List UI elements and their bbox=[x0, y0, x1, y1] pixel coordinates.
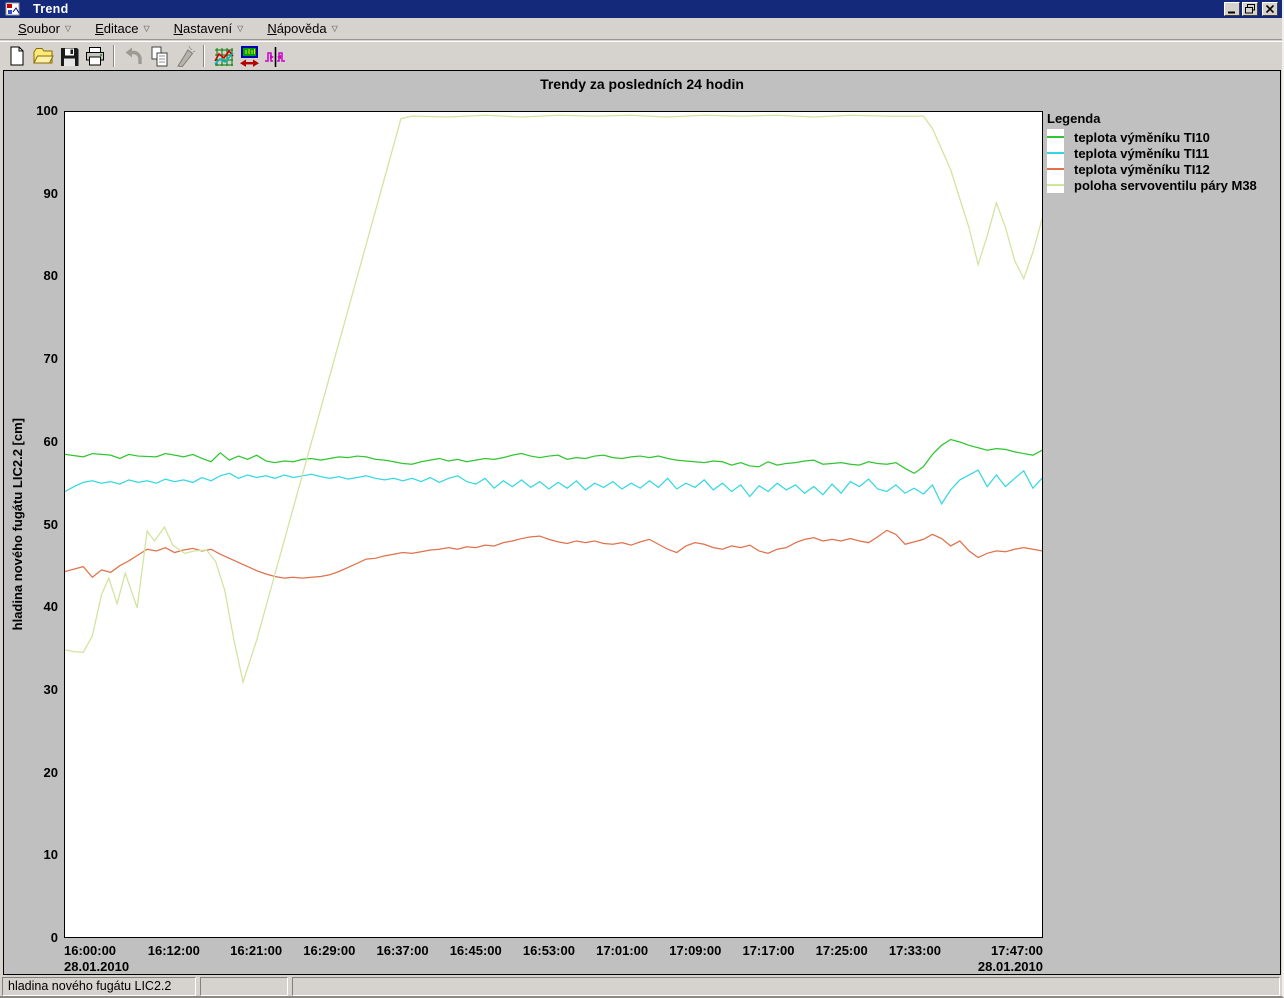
series-line-TI10 bbox=[65, 438, 1042, 475]
undo-button[interactable] bbox=[120, 43, 146, 68]
y-tick-label: 20 bbox=[43, 764, 58, 780]
chart-title: Trendy za posledních 24 hodin bbox=[540, 76, 744, 92]
trend-chart-panel: Trendy za posledních 24 hodin hladina no… bbox=[3, 70, 1281, 975]
save-button[interactable] bbox=[56, 43, 82, 68]
x-tick-label: 16:53:00 bbox=[522, 943, 575, 958]
legend-label: teplota výměníku TI11 bbox=[1074, 145, 1210, 161]
menu-nastaveni[interactable]: Nastavení ▽ bbox=[174, 21, 244, 36]
y-tick-label: 90 bbox=[43, 185, 58, 201]
menu-dropdown-icon: ▽ bbox=[237, 24, 244, 33]
x-tick-date: 28.01.2010 bbox=[64, 959, 130, 974]
time-range-button[interactable] bbox=[236, 43, 262, 68]
x-tick-label: 17:25:00 bbox=[815, 943, 868, 958]
titlebar[interactable]: Trend bbox=[0, 0, 1282, 18]
legend-line-swatch bbox=[1047, 129, 1064, 145]
print-icon bbox=[86, 46, 104, 65]
close-button[interactable] bbox=[1262, 2, 1278, 16]
y-tick-label: 100 bbox=[36, 103, 58, 118]
legend-item-TI11: teplota výměníku TI11 bbox=[1047, 145, 1257, 161]
toolbar-separator bbox=[203, 44, 205, 67]
legend-line-swatch bbox=[1047, 161, 1064, 177]
chart-grid-icon bbox=[214, 47, 234, 66]
legend-title: Legenda bbox=[1047, 111, 1101, 126]
new-document-button[interactable] bbox=[4, 43, 30, 68]
menu-dropdown-icon: ▽ bbox=[143, 24, 150, 33]
series-line-TI12 bbox=[65, 529, 1042, 579]
y-tick-label: 10 bbox=[43, 847, 58, 863]
legend-item-M38: poloha servoventilu páry M38 bbox=[1047, 177, 1257, 193]
toolbar-separator bbox=[113, 44, 115, 67]
menu-napoveda[interactable]: Nápověda ▽ bbox=[267, 21, 337, 36]
x-tick-label: 16:29:00 bbox=[303, 943, 356, 958]
legend-line-swatch bbox=[1047, 177, 1064, 193]
x-tick-label: 17:01:00 bbox=[596, 943, 649, 958]
series-line-M38 bbox=[65, 114, 1042, 685]
waveform-cursor-button[interactable] bbox=[262, 43, 288, 68]
legend-item-TI10: teplota výměníku TI10 bbox=[1047, 129, 1257, 145]
legend-rows: teplota výměníku TI10 teplota výměníku TI… bbox=[1047, 129, 1257, 193]
status-selected-series: hladina nového fugátu LIC2.2 bbox=[2, 977, 196, 996]
plot-area[interactable] bbox=[64, 111, 1043, 938]
trend-lines bbox=[65, 114, 1042, 685]
open-folder-icon bbox=[33, 47, 54, 63]
new-document-icon bbox=[10, 46, 24, 65]
edit-tool-icon bbox=[177, 45, 196, 67]
legend-label: teplota výměníku TI12 bbox=[1074, 161, 1210, 177]
copy-icon bbox=[151, 46, 168, 66]
y-tick-label: 50 bbox=[43, 516, 58, 532]
y-tick-label: 80 bbox=[43, 268, 58, 284]
x-tick-label: 16:45:00 bbox=[449, 943, 502, 958]
close-icon bbox=[1265, 4, 1275, 14]
x-tick-label: 17:47:00 bbox=[990, 943, 1043, 958]
restore-button[interactable] bbox=[1242, 2, 1258, 16]
x-tick-label: 16:37:00 bbox=[376, 943, 429, 958]
x-tick-label: 17:17:00 bbox=[742, 943, 795, 958]
app-window: Trend Soubor ▽ Editace ▽ Nastavení ▽ Nápově… bbox=[0, 0, 1284, 998]
legend-line-swatch bbox=[1047, 145, 1064, 161]
y-tick-label: 60 bbox=[43, 433, 58, 449]
y-tick-label: 70 bbox=[43, 351, 58, 367]
series-line-TI11 bbox=[65, 469, 1042, 506]
legend-label: poloha servoventilu páry M38 bbox=[1074, 177, 1257, 193]
chart-grid-button[interactable] bbox=[210, 43, 236, 68]
undo-icon bbox=[125, 47, 142, 64]
x-tick-label: 17:33:00 bbox=[888, 943, 941, 958]
time-range-icon bbox=[240, 45, 259, 67]
menu-dropdown-icon: ▽ bbox=[64, 24, 72, 33]
legend-item-TI12: teplota výměníku TI12 bbox=[1047, 161, 1257, 177]
minimize-icon bbox=[1228, 11, 1235, 14]
x-tick-label: 17:09:00 bbox=[669, 943, 722, 958]
y-tick-label: 30 bbox=[43, 681, 58, 697]
restore-icon bbox=[1245, 4, 1255, 14]
toolbar bbox=[0, 41, 1282, 69]
x-tick-label: 16:00:00 bbox=[64, 943, 117, 958]
edit-tool-button[interactable] bbox=[172, 43, 198, 68]
menu-dropdown-icon: ▽ bbox=[331, 24, 338, 33]
app-icon bbox=[5, 2, 20, 16]
x-tick-date: 28.01.2010 bbox=[977, 959, 1043, 974]
minimize-button[interactable] bbox=[1224, 2, 1240, 16]
y-tick-label: 0 bbox=[50, 930, 58, 945]
x-tick-label: 16:21:00 bbox=[230, 943, 283, 958]
window-controls bbox=[1224, 2, 1282, 16]
print-button[interactable] bbox=[82, 43, 108, 68]
y-tick-label: 40 bbox=[43, 599, 58, 615]
menubar: Soubor ▽ Editace ▽ Nastavení ▽ Nápověda ▽ bbox=[0, 18, 1282, 40]
legend: Legenda teplota výměníku TI10 teplota vým… bbox=[1047, 111, 1257, 193]
waveform-cursor-icon bbox=[265, 46, 285, 67]
statusbar: hladina nového fugátu LIC2.2 bbox=[0, 977, 1282, 996]
status-panel-3 bbox=[292, 977, 1280, 996]
menu-editace[interactable]: Editace ▽ bbox=[95, 21, 150, 36]
copy-button[interactable] bbox=[146, 43, 172, 68]
status-panel-2 bbox=[200, 977, 288, 996]
window-title: Trend bbox=[33, 2, 69, 16]
open-folder-button[interactable] bbox=[30, 43, 56, 68]
save-icon bbox=[61, 47, 79, 66]
legend-label: teplota výměníku TI10 bbox=[1074, 129, 1210, 145]
menu-soubor[interactable]: Soubor ▽ bbox=[18, 21, 71, 36]
x-tick-label: 16:12:00 bbox=[147, 943, 200, 958]
